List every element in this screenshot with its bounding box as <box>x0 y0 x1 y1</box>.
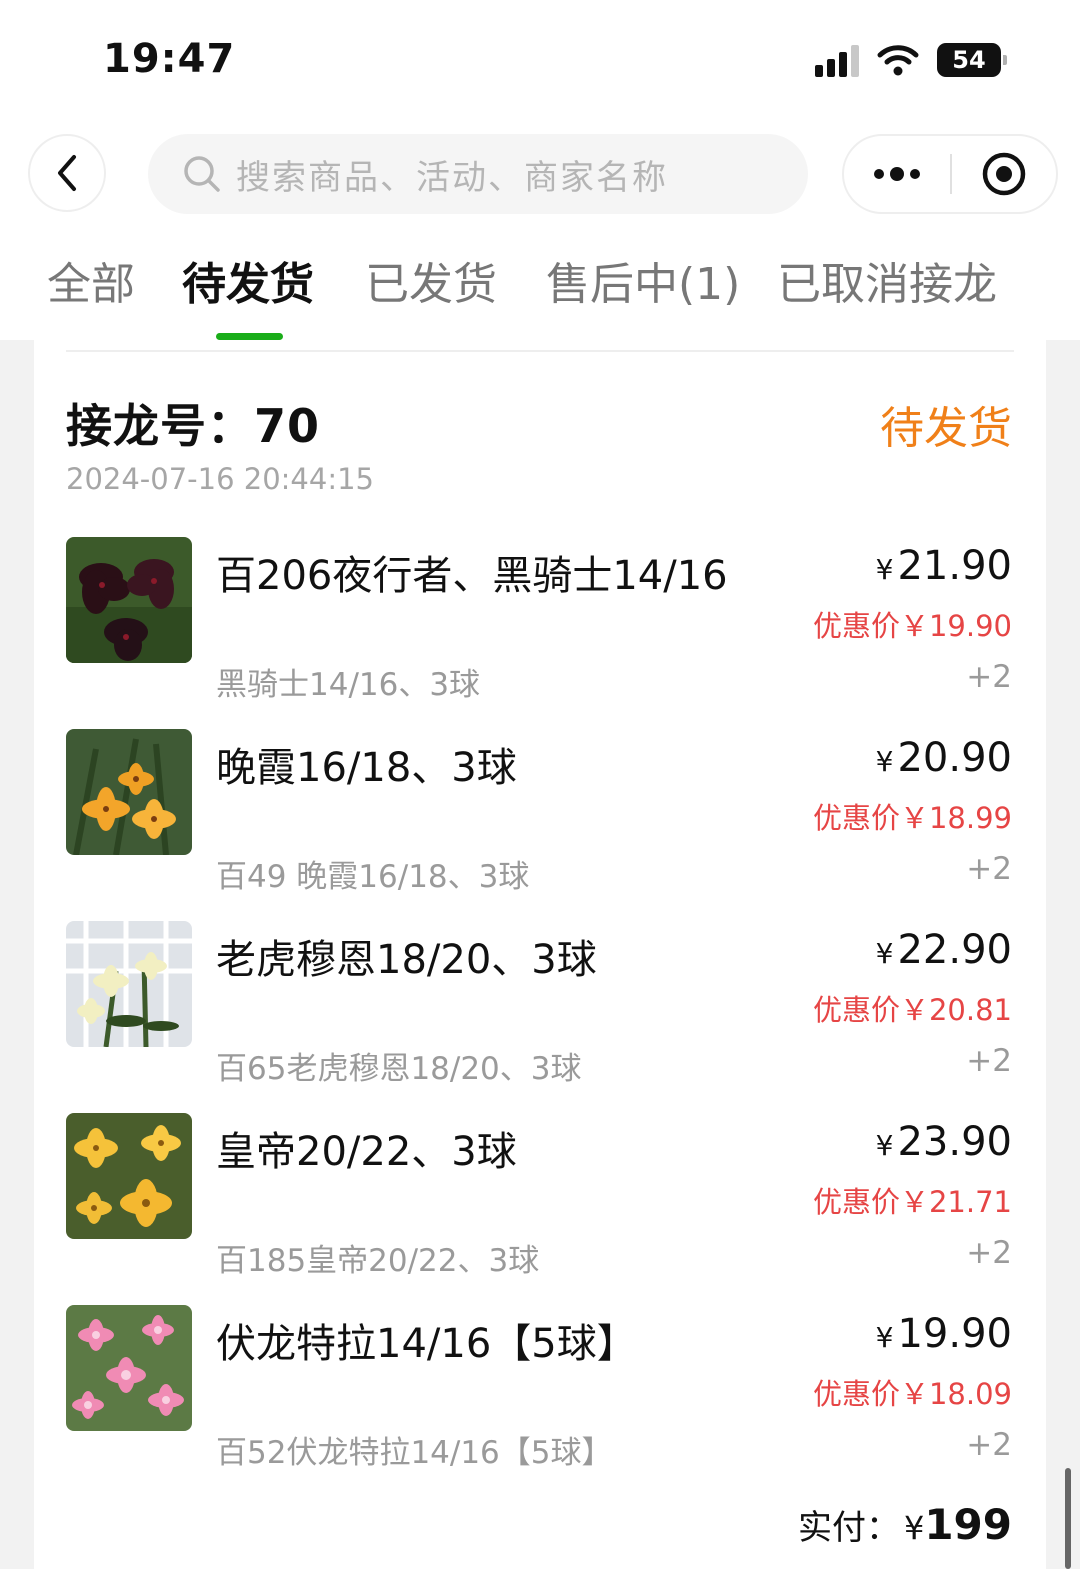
tab-cancelled[interactable]: 已取消接龙 <box>777 255 997 315</box>
tab-pending-shipment[interactable]: 待发货 <box>182 255 314 315</box>
battery-icon: 54 <box>937 43 1007 77</box>
discount-price: 优惠价￥21.71 <box>812 1185 1012 1219</box>
more-dots-icon <box>874 167 920 181</box>
product-name: 老虎穆恩18/20、3球 <box>216 937 597 983</box>
product-image <box>66 1305 192 1431</box>
close-mini-program-button[interactable] <box>952 151 1056 197</box>
product-name: 皇帝20/22、3球 <box>216 1129 517 1175</box>
order-status: 待发货 <box>880 403 1012 454</box>
product-price: ¥21.90 <box>876 543 1012 589</box>
status-icons: 54 <box>815 40 1007 80</box>
order-time: 2024-07-16 20:44:15 <box>66 462 374 496</box>
product-quantity: +2 <box>966 1043 1012 1079</box>
product-spec: 黑骑士14/16、3球 <box>216 667 481 703</box>
currency-symbol: ¥ <box>875 1321 894 1354</box>
price-value: 22.90 <box>897 927 1012 973</box>
search-icon <box>184 156 220 192</box>
product-name: 晚霞16/18、3球 <box>216 745 517 791</box>
more-button[interactable] <box>844 166 950 182</box>
mini-program-capsule <box>842 134 1058 214</box>
product-quantity: +2 <box>966 1427 1012 1463</box>
total-currency: ¥ <box>903 1509 925 1547</box>
total-amount: 199 <box>924 1500 1012 1549</box>
currency-symbol: ¥ <box>875 937 894 970</box>
tab-all[interactable]: 全部 <box>47 255 135 315</box>
product-image <box>66 537 192 663</box>
order-number-value: 70 <box>254 399 321 453</box>
search-placeholder: 搜索商品、活动、商家名称 <box>236 157 668 198</box>
status-time: 19:47 <box>103 36 236 82</box>
product-name: 伏龙特拉14/16【5球】 <box>216 1321 637 1367</box>
order-number: 接龙号：70 <box>66 390 320 456</box>
order-item[interactable]: 晚霞16/18、3球 百49 晚霞16/18、3球 ¥20.90 优惠价￥18.… <box>34 729 1046 919</box>
back-button[interactable] <box>28 134 106 212</box>
divider <box>66 350 1014 352</box>
discount-price: 优惠价￥18.09 <box>812 1377 1012 1411</box>
search-bar[interactable]: 搜索商品、活动、商家名称 <box>148 134 808 214</box>
battery-level: 54 <box>952 46 986 74</box>
currency-symbol: ¥ <box>875 745 894 778</box>
product-image <box>66 729 192 855</box>
discount-price: 优惠价￥18.99 <box>812 801 1012 835</box>
product-spec: 百52伏龙特拉14/16【5球】 <box>216 1435 613 1471</box>
discount-price: 优惠价￥20.81 <box>812 993 1012 1027</box>
chevron-left-icon <box>58 155 76 191</box>
price-value: 20.90 <box>897 735 1012 781</box>
target-icon <box>982 152 1026 196</box>
order-number-label: 接龙号： <box>66 399 254 453</box>
product-price: ¥20.90 <box>876 735 1012 781</box>
product-price: ¥23.90 <box>876 1119 1012 1165</box>
price-value: 23.90 <box>897 1119 1012 1165</box>
tab-shipped[interactable]: 已发货 <box>365 255 497 315</box>
total-label: 实付： <box>797 1508 900 1548</box>
signal-icon <box>815 43 859 77</box>
active-tab-indicator <box>216 333 283 340</box>
product-image <box>66 1113 192 1239</box>
order-item[interactable]: 皇帝20/22、3球 百185皇帝20/22、3球 ¥23.90 优惠价￥21.… <box>34 1113 1046 1303</box>
product-spec: 百49 晚霞16/18、3球 <box>216 859 530 895</box>
product-spec: 百65老虎穆恩18/20、3球 <box>216 1051 582 1087</box>
order-item[interactable]: 老虎穆恩18/20、3球 百65老虎穆恩18/20、3球 ¥22.90 优惠价￥… <box>34 921 1046 1111</box>
order-item[interactable]: 伏龙特拉14/16【5球】 百52伏龙特拉14/16【5球】 ¥19.90 优惠… <box>34 1305 1046 1495</box>
product-spec: 百185皇帝20/22、3球 <box>216 1243 540 1279</box>
wifi-icon <box>877 45 919 76</box>
currency-symbol: ¥ <box>875 1129 894 1162</box>
top-bar: 19:47 54 搜索商品、活动、商家名称 全部 待发货 已发货 售后中(1) … <box>0 0 1080 340</box>
tab-after-sales[interactable]: 售后中(1) <box>546 255 740 315</box>
product-image <box>66 921 192 1047</box>
order-total: 实付： ¥199 <box>798 1500 1012 1549</box>
product-name: 百206夜行者、黑骑士14/16 <box>216 553 728 599</box>
scrollbar[interactable] <box>1065 1468 1071 1569</box>
product-price: ¥22.90 <box>876 927 1012 973</box>
product-price: ¥19.90 <box>876 1311 1012 1357</box>
product-quantity: +2 <box>966 659 1012 695</box>
price-value: 19.90 <box>897 1311 1012 1357</box>
product-quantity: +2 <box>966 851 1012 887</box>
order-item[interactable]: 百206夜行者、黑骑士14/16 黑骑士14/16、3球 ¥21.90 优惠价￥… <box>34 537 1046 727</box>
discount-price: 优惠价￥19.90 <box>812 609 1012 643</box>
price-value: 21.90 <box>897 543 1012 589</box>
order-card[interactable]: 接龙号：70 待发货 2024-07-16 20:44:15 百206夜行者、黑… <box>34 340 1046 1569</box>
currency-symbol: ¥ <box>875 553 894 586</box>
product-quantity: +2 <box>966 1235 1012 1271</box>
